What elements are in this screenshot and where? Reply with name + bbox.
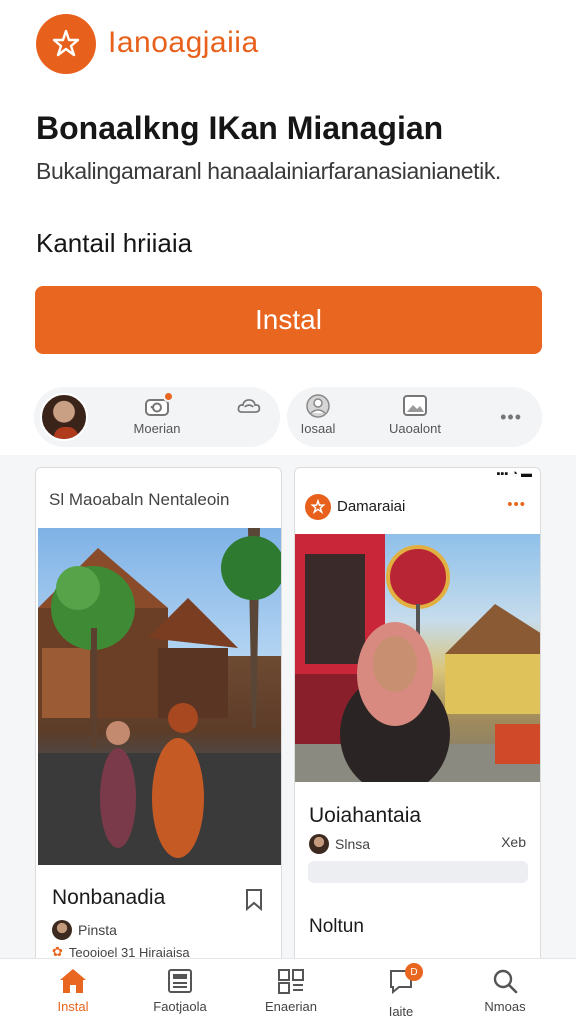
nav-label: Instal [57,999,89,1014]
action-iosaal[interactable]: Iosaal [283,394,353,436]
card-meta-right: Xeb [501,834,526,850]
bottom-nav: Instal Faotjaola Enaerian D Iaite Nmoas [0,958,576,1024]
action-label: Moerian [133,421,181,436]
post-photo[interactable] [38,528,281,865]
card-header-title: Sl Maoabaln Nentaleoin [49,490,230,509]
newspaper-icon [168,969,192,993]
user-avatar[interactable] [40,393,88,441]
star-icon [52,29,80,57]
post-card[interactable]: ▪▪▪ ◔ ▬ Damaraiai ••• Uoiahantaia Slnsa … [294,467,541,967]
card-author-row: Pinsta [52,920,117,940]
profile-icon [305,394,331,418]
placeholder-bar [308,861,528,883]
author-avatar[interactable] [52,920,72,940]
quick-actions-right: Iosaal Uaoalont ••• [287,387,542,447]
grid-icon [278,969,304,994]
more-icon[interactable]: ••• [500,407,522,428]
post-card[interactable]: Sl Maoabaln Nentaleoin Nonbanadia Pinsta… [35,467,282,967]
page-title: Bonaalkng IKan Mianagian [36,110,444,146]
card-author-row: Slnsa [309,834,370,854]
more-icon[interactable]: ••• [507,496,526,513]
action-cloud[interactable] [214,395,284,417]
app-logo-small [305,494,331,520]
nav-item-chat[interactable]: D Iaite [356,963,446,1019]
action-label: Iosaal [300,421,336,436]
nav-item-news[interactable]: Faotjaola [135,967,225,1014]
action-uaoalont[interactable]: Uaoalont [380,395,450,436]
camera-icon [144,391,174,417]
nav-label: Iaite [388,1004,414,1019]
home-icon [60,969,86,993]
install-button[interactable]: Instal [35,286,542,354]
status-bar: ▪▪▪ ◔ ▬ [496,468,532,480]
bookmark-icon[interactable] [244,888,264,912]
nav-item-explore[interactable]: Enaerian [246,967,336,1014]
author-avatar[interactable] [309,834,329,854]
nav-label: Faotjaola [153,999,207,1014]
notification-dot [163,391,174,402]
app-logo[interactable] [36,14,96,74]
nav-label: Enaerian [264,999,318,1014]
card-title: Uoiahantaia [309,804,422,827]
notification-badge: D [405,963,423,981]
search-icon [493,969,518,994]
action-label: Uaoalont [388,421,442,436]
page-subtitle: Bukalingamaranl hanaalainiarfaranasiania… [36,158,501,184]
nav-item-home[interactable]: Instal [28,967,118,1014]
action-moerian[interactable]: Moerian [122,391,192,436]
star-icon [310,499,326,515]
post-photo[interactable] [295,534,540,782]
section-label: Kantail hriiaia [36,228,193,258]
quick-actions-left: Moerian [34,387,280,447]
card-title: Nonbanadia [52,886,166,909]
card-app-name: Damaraiai [337,498,406,515]
cloud-icon [236,395,262,417]
nav-item-search[interactable]: Nmoas [460,967,550,1014]
nav-label: Nmoas [484,999,526,1014]
app-name: Ianoagjaiia [108,26,259,59]
image-icon [402,395,428,417]
author-name[interactable]: Pinsta [78,922,117,938]
author-name[interactable]: Slnsa [335,836,370,852]
app-header: Ianoagjaiia [0,0,576,90]
card-title-secondary: Noltun [309,916,364,937]
